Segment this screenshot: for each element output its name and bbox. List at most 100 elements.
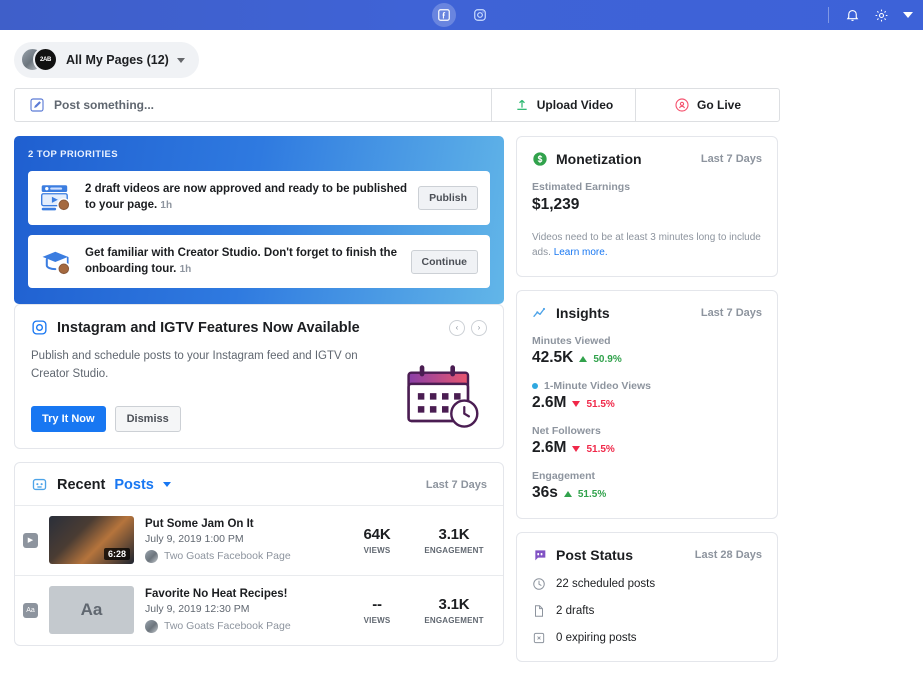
dollar-circle-icon [532,151,548,167]
upload-video-label: Upload Video [537,98,613,112]
instagram-promo-title-row: Instagram and IGTV Features Now Availabl… [31,319,360,336]
post-status-header: Post Status Last 28 Days [532,547,762,563]
post-thumbnail: Aa [49,586,134,634]
clock-icon [532,577,546,591]
account-chevron-down-icon[interactable] [903,12,913,18]
insight-metric-value-row: 2.6M 51.5% [532,394,762,412]
post-title: Put Some Jam On It [145,518,333,530]
speech-bubble-icon [532,547,548,563]
post-thumbnail: 6:28 [49,516,134,564]
line-chart-icon [532,305,548,321]
monetization-range: Last 7 Days [701,153,762,165]
recent-posts-card: Recent Posts Last 7 Days ▶ 6:28 Put Some… [14,462,504,646]
insight-metric-label: Engagement [532,470,762,482]
insight-metric-change: 50.9% [593,354,621,365]
notifications-bell-icon[interactable] [845,8,860,23]
list-item[interactable]: 2 drafts [532,604,762,618]
insight-metric-change: 51.5% [586,399,614,410]
table-row[interactable]: Aa Aa Favorite No Heat Recipes! July 9, … [15,575,503,645]
list-item[interactable]: 0 expiring posts [532,631,762,645]
monetization-card: Monetization Last 7 Days Estimated Earni… [516,136,778,277]
recent-posts-static-label: Recent [57,477,105,493]
video-duration-badge: 6:28 [104,548,130,560]
nav-divider [828,7,829,23]
insight-metric-value-row: 36s 51.5% [532,484,762,502]
video-draft-icon [40,183,74,213]
priority-message: Get familiar with Creator Studio. Don't … [85,247,397,275]
post-date: July 9, 2019 12:30 PM [145,603,333,615]
go-live-button[interactable]: Go Live [635,89,779,121]
insight-metric-value-row: 42.5K 50.9% [532,349,762,367]
learn-more-link[interactable]: Learn more. [554,247,608,258]
insight-metric: 1-Minute Video Views 2.6M 51.5% [532,380,762,412]
metric-dot-icon [532,383,538,389]
try-it-now-button[interactable]: Try It Now [31,406,106,432]
insight-metric-label: 1-Minute Video Views [544,380,651,392]
table-row[interactable]: ▶ 6:28 Put Some Jam On It July 9, 2019 1… [15,505,503,575]
page-selector-bar: 2AB All My Pages (12) [0,30,923,88]
chevron-down-icon[interactable] [163,482,171,487]
chevron-left-icon[interactable]: ‹ [449,320,465,336]
chevron-right-icon[interactable]: › [471,320,487,336]
creator-studio-app: 2AB All My Pages (12) Post something... [0,0,923,678]
priority-timestamp: 1h [180,264,192,275]
page-selector-dropdown[interactable]: 2AB All My Pages (12) [14,42,199,78]
post-status-card: Post Status Last 28 Days 22 scheduled po… [516,532,778,662]
priority-text: Get familiar with Creator Studio. Don't … [85,246,400,278]
insights-title: Insights [556,305,610,321]
page-selector-label: All My Pages (12) [66,53,169,67]
insights-card: Insights Last 7 Days Minutes Viewed 42.5… [516,290,778,519]
post-status-range: Last 28 Days [695,549,762,561]
recent-posts-range: Last 7 Days [426,479,487,491]
post-something-input[interactable]: Post something... [15,89,491,121]
carousel-controls: ‹ › [449,320,487,336]
avatar [145,550,158,563]
insight-metric-change: 51.5% [578,489,606,500]
priority-item: 2 draft videos are now approved and read… [28,171,490,225]
instagram-promo-card: Instagram and IGTV Features Now Availabl… [14,304,504,449]
expiring-box-icon [532,631,546,645]
instagram-icon [31,319,48,336]
insight-metric: Engagement 36s 51.5% [532,470,762,502]
post-engagement-value: 3.1K [421,526,487,543]
go-live-label: Go Live [697,98,741,112]
post-meta: Put Some Jam On It July 9, 2019 1:00 PM … [145,518,333,563]
post-page-row: Two Goats Facebook Page [145,620,333,633]
recent-posts-title-row: Recent Posts [31,476,171,493]
upload-video-button[interactable]: Upload Video [491,89,635,121]
composer-placeholder: Post something... [54,98,154,112]
instagram-promo-title: Instagram and IGTV Features Now Availabl… [57,320,360,336]
post-engagement-label: ENGAGEMENT [421,616,487,625]
post-engagement-label: ENGAGEMENT [421,546,487,555]
priority-message: 2 draft videos are now approved and read… [85,183,407,211]
dismiss-button[interactable]: Dismiss [115,406,181,432]
top-navigation-bar [0,0,923,30]
estimated-earnings-value: $1,239 [532,196,762,214]
post-date: July 9, 2019 1:00 PM [145,533,333,545]
insights-title-row: Insights [532,305,610,321]
priority-item: Get familiar with Creator Studio. Don't … [28,235,490,289]
insight-metric-value: 36s [532,484,558,502]
graduation-cap-icon [40,247,74,277]
continue-button[interactable]: Continue [411,250,479,274]
page-body: 2AB All My Pages (12) Post something... [0,30,923,662]
composer-bar: Post something... Upload Video Go Live [14,88,780,122]
document-icon [532,604,546,618]
post-page-name: Two Goats Facebook Page [164,620,291,632]
monetization-title-row: Monetization [532,151,642,167]
insight-metric-value-row: 2.6M 51.5% [532,439,762,457]
post-views-stat: -- VIEWS [344,596,410,625]
publish-button[interactable]: Publish [418,186,478,210]
facebook-icon[interactable] [432,3,456,27]
chevron-down-icon [177,58,185,63]
insight-metric-label-row: 1-Minute Video Views [532,380,762,392]
settings-gear-icon[interactable] [874,8,889,23]
recent-posts-dropdown-label[interactable]: Posts [114,477,154,493]
post-engagement-stat: 3.1K ENGAGEMENT [421,596,487,625]
estimated-earnings-label: Estimated Earnings [532,181,762,193]
instagram-promo-header: Instagram and IGTV Features Now Availabl… [31,319,487,336]
avatar: 2AB [33,47,58,72]
instagram-icon[interactable] [468,3,492,27]
post-views-value: 64K [344,526,410,543]
list-item[interactable]: 22 scheduled posts [532,577,762,591]
